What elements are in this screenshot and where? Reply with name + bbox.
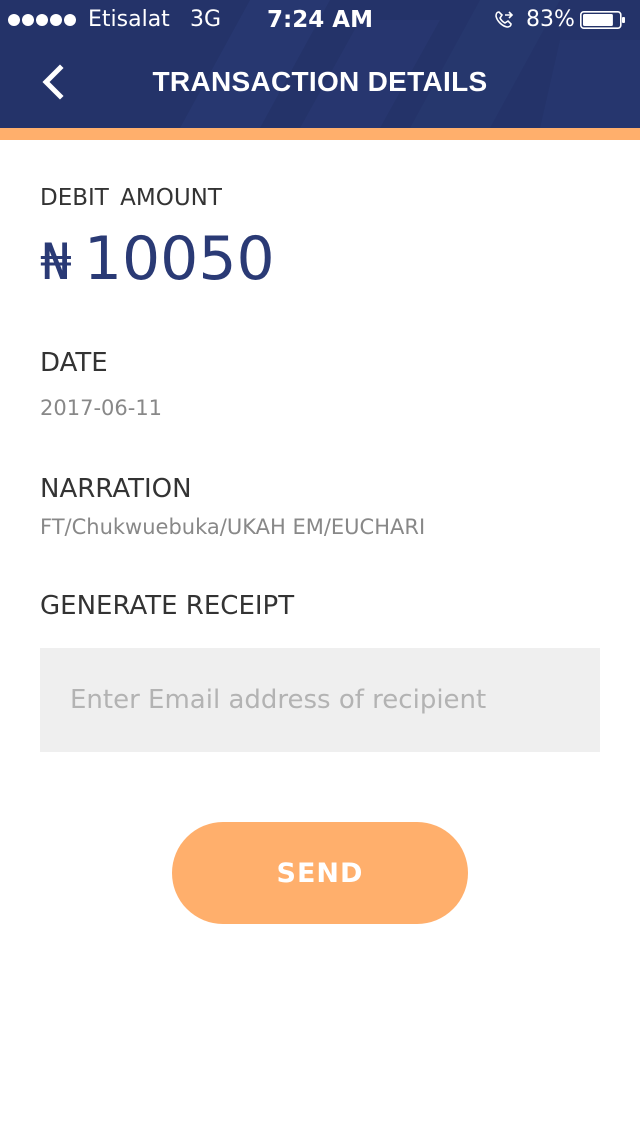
header-accent-bar: [0, 128, 640, 140]
generate-receipt-label: GENERATE RECEIPT: [40, 591, 295, 621]
recipient-email-input[interactable]: [40, 648, 600, 752]
page-title: TRANSACTION DETAILS: [152, 66, 488, 97]
app-header: Etisalat 3G 7:24 AM 83% TRANSACTION DETA…: [0, 0, 640, 128]
call-forwarding-icon: [495, 11, 514, 28]
battery-icon: [580, 11, 625, 29]
debit-amount-label: DEBIT AMOUNT: [40, 185, 222, 211]
date-label: DATE: [40, 348, 108, 378]
send-button[interactable]: SEND: [172, 822, 468, 924]
battery-percentage: 83%: [526, 7, 575, 32]
narration-label: NARRATION: [40, 474, 192, 504]
currency-symbol: ₦: [40, 233, 72, 291]
email-input-container: [40, 648, 600, 752]
amount-value: 10050: [83, 224, 275, 294]
narration-value: FT/Chukwuebuka/UKAH EM/EUCHARI: [40, 515, 426, 539]
debit-amount: ₦ 10050: [40, 224, 275, 294]
status-bar: Etisalat 3G 7:24 AM 83%: [0, 0, 640, 40]
date-value: 2017-06-11: [40, 396, 163, 420]
